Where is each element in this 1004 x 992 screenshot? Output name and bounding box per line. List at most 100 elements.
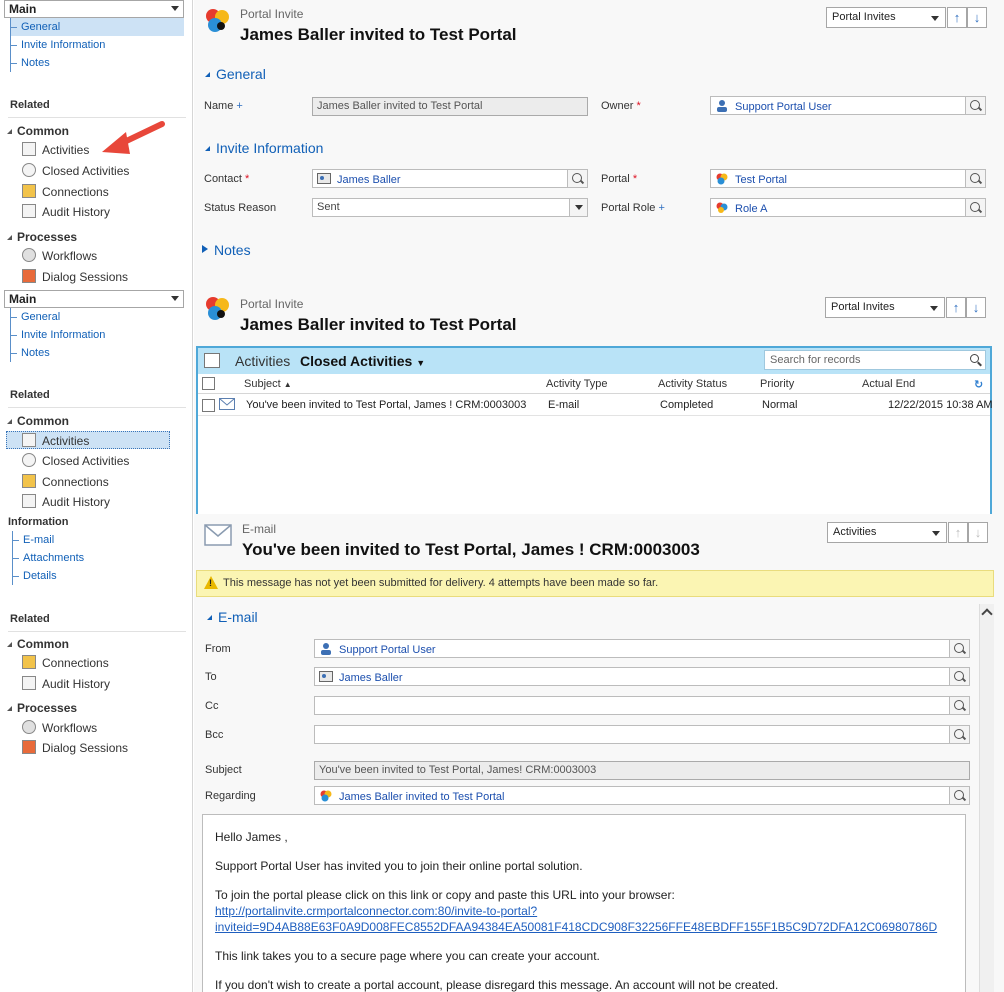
related-item-activities[interactable]: Activities (22, 141, 89, 159)
nav-link-attachments[interactable]: Attachments (12, 549, 84, 567)
contact-value[interactable]: James Baller (337, 174, 401, 186)
record-title: James Baller invited to Test Portal (240, 315, 517, 334)
view-select[interactable]: Portal Invites (826, 7, 946, 28)
lookup-icon[interactable] (949, 640, 969, 657)
related-item-audit-history[interactable]: Audit History (22, 493, 110, 511)
section-notes[interactable]: Notes (202, 242, 251, 258)
next-record-button[interactable]: ↓ (967, 7, 987, 28)
nav-link-invite-information[interactable]: Invite Information (10, 36, 184, 54)
related-item-activities[interactable]: Activities (6, 431, 170, 449)
cc-lookup[interactable] (314, 696, 970, 715)
regarding-lookup[interactable]: James Baller invited to Test Portal (314, 786, 970, 805)
nav-link-details[interactable]: Details (12, 567, 84, 585)
related-item-dialog-sessions[interactable]: Dialog Sessions (22, 268, 128, 286)
related-item-closed-activities[interactable]: Closed Activities (22, 162, 129, 180)
related-item-connections[interactable]: Connections (22, 183, 109, 201)
portal-value[interactable]: Test Portal (735, 174, 787, 186)
related-item-workflows[interactable]: Workflows (22, 247, 97, 265)
lookup-icon[interactable] (949, 668, 969, 685)
tab-activities[interactable]: Activities (235, 353, 290, 369)
previous-record-button[interactable]: ↑ (948, 522, 968, 543)
column-header-subject[interactable]: Subject ▲ (244, 378, 292, 390)
section-general[interactable]: General (202, 66, 266, 82)
common-heading[interactable]: Common (4, 124, 69, 138)
lookup-icon[interactable] (949, 726, 969, 743)
nav-link-notes[interactable]: Notes (10, 54, 184, 72)
related-item-audit-history[interactable]: Audit History (22, 203, 110, 221)
table-row[interactable]: You've been invited to Test Portal, Jame… (198, 395, 993, 416)
email-body[interactable]: Hello James , Support Portal User has in… (202, 814, 966, 992)
invite-link-continued[interactable]: inviteid=9D4AB88E63F0A9D008FEC8552DFAA94… (215, 920, 937, 934)
lookup-icon[interactable] (949, 697, 969, 714)
refresh-icon[interactable]: ↻ (974, 378, 983, 391)
owner-lookup[interactable]: Support Portal User (710, 96, 986, 115)
portal-lookup[interactable]: Test Portal (710, 169, 986, 188)
nav-link-notes[interactable]: Notes (10, 344, 105, 362)
previous-record-button[interactable]: ↑ (947, 7, 967, 28)
to-value[interactable]: James Baller (339, 672, 403, 684)
related-item-audit-history[interactable]: Audit History (22, 675, 110, 693)
processes-heading[interactable]: Processes (4, 701, 77, 715)
related-item-connections[interactable]: Connections (22, 473, 109, 491)
owner-value[interactable]: Support Portal User (735, 101, 832, 113)
tab-closed-activities[interactable]: Closed Activities ▼ (300, 353, 425, 369)
entity-type-label: Portal Invite (240, 7, 304, 21)
row-checkbox[interactable] (202, 399, 215, 412)
status-reason-select[interactable]: Sent (312, 198, 588, 217)
section-title-label: Invite Information (216, 140, 324, 156)
lookup-icon[interactable] (965, 97, 985, 114)
from-value[interactable]: Support Portal User (339, 644, 436, 656)
processes-heading[interactable]: Processes (4, 230, 77, 244)
portal-role-lookup[interactable]: Role A (710, 198, 986, 217)
invite-link[interactable]: http://portalinvite.crmportalconnector.c… (215, 904, 537, 918)
search-icon[interactable] (969, 353, 983, 367)
nav-link-invite-information[interactable]: Invite Information (10, 326, 105, 344)
common-heading[interactable]: Common (4, 414, 69, 428)
grid-search-input[interactable]: Search for records (764, 350, 986, 370)
portal-role-value[interactable]: Role A (735, 203, 767, 215)
related-item-closed-activities[interactable]: Closed Activities (22, 452, 129, 470)
column-header-priority[interactable]: Priority (760, 378, 794, 390)
nav-select-main[interactable]: Main (4, 0, 184, 18)
scroll-up-icon[interactable] (981, 608, 993, 620)
recommended-mark: + (236, 100, 243, 112)
nav-link-general[interactable]: General (10, 18, 184, 36)
dialog-sessions-icon (22, 269, 36, 283)
common-heading[interactable]: Common (4, 637, 69, 651)
column-header-actual-end[interactable]: Actual End (862, 378, 915, 390)
workflows-icon (22, 720, 36, 734)
section-email[interactable]: E-mail (204, 609, 258, 625)
nav-link-general[interactable]: General (10, 308, 105, 326)
regarding-value[interactable]: James Baller invited to Test Portal (339, 791, 504, 803)
next-record-button[interactable]: ↓ (968, 522, 988, 543)
entity-type-label: E-mail (242, 522, 277, 536)
previous-record-button[interactable]: ↑ (946, 297, 966, 318)
nav-link-email[interactable]: E-mail (12, 531, 84, 549)
nav-select-main[interactable]: Main (4, 290, 184, 308)
name-field[interactable]: James Baller invited to Test Portal (312, 97, 588, 116)
scrollbar[interactable] (979, 604, 994, 992)
subject-field[interactable]: You've been invited to Test Portal, Jame… (314, 761, 970, 780)
column-header-activity-status[interactable]: Activity Status (658, 378, 727, 390)
select-all-checkbox[interactable] (202, 377, 215, 390)
related-item-connections[interactable]: Connections (22, 654, 109, 672)
view-select[interactable]: Activities (827, 522, 947, 543)
contact-lookup[interactable]: James Baller (312, 169, 588, 188)
to-lookup[interactable]: James Baller (314, 667, 970, 686)
bcc-lookup[interactable] (314, 725, 970, 744)
lookup-icon[interactable] (949, 787, 969, 804)
lookup-icon[interactable] (965, 199, 985, 216)
next-record-button[interactable]: ↓ (966, 297, 986, 318)
related-item-workflows[interactable]: Workflows (22, 719, 97, 737)
related-item-dialog-sessions[interactable]: Dialog Sessions (22, 739, 128, 757)
related-item-label: Closed Activities (42, 454, 130, 468)
chevron-down-icon[interactable] (569, 199, 587, 216)
column-header-activity-type[interactable]: Activity Type (546, 378, 608, 390)
divider (8, 631, 186, 632)
from-lookup[interactable]: Support Portal User (314, 639, 970, 658)
view-select[interactable]: Portal Invites (825, 297, 945, 318)
lookup-icon[interactable] (567, 170, 587, 187)
lookup-icon[interactable] (965, 170, 985, 187)
cell-subject[interactable]: You've been invited to Test Portal, Jame… (246, 399, 526, 411)
section-invite-information[interactable]: Invite Information (202, 140, 323, 156)
